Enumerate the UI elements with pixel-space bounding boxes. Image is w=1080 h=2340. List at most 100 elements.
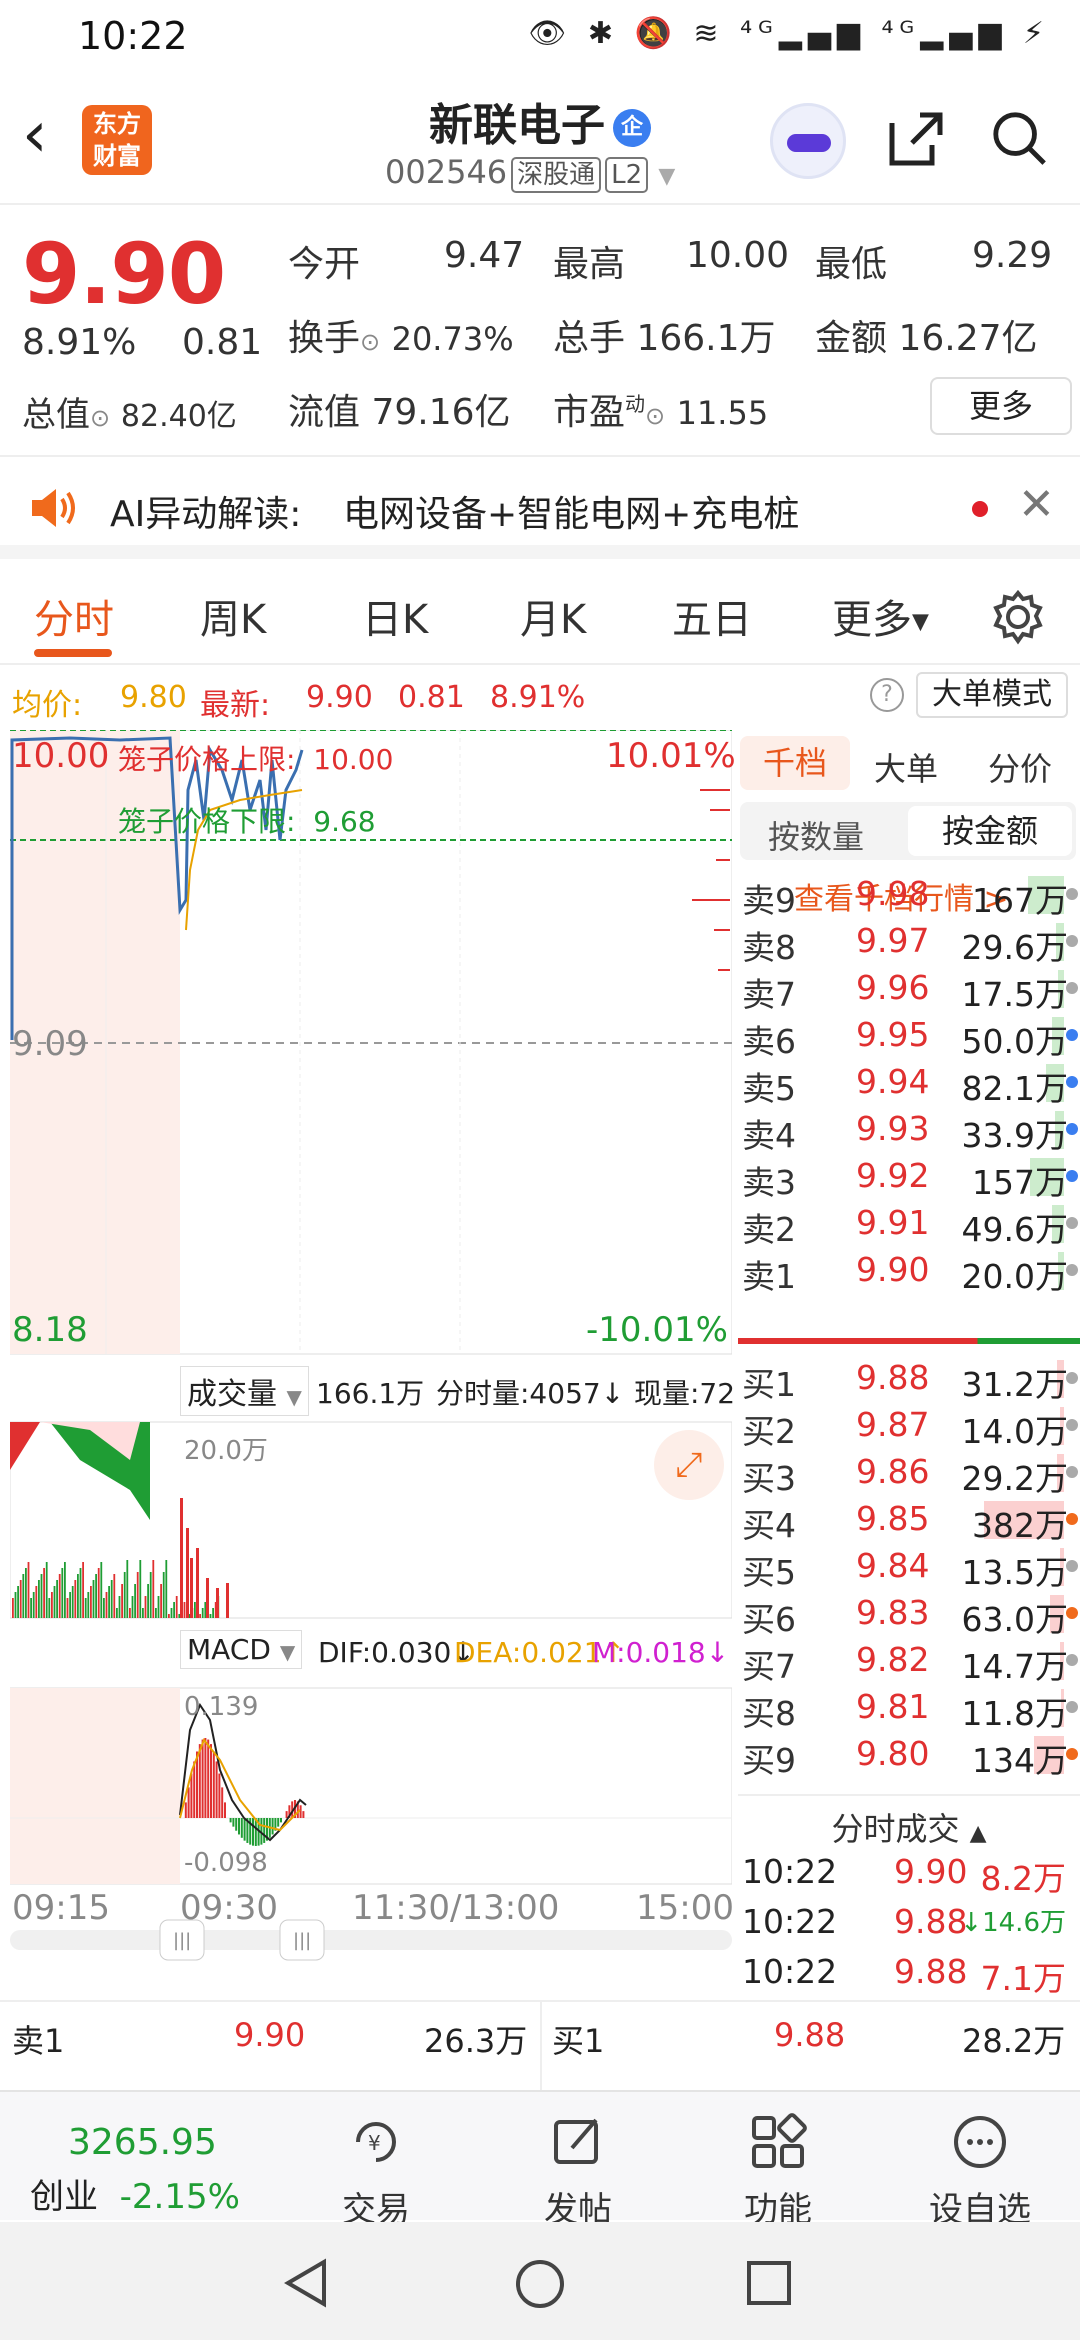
by-quantity-toggle[interactable]: 按数量 — [768, 812, 864, 858]
bid-row[interactable]: 买8 9.81 11.8万 — [738, 1683, 1080, 1733]
volume-bar — [45, 1562, 48, 1618]
macd-bar — [229, 1818, 232, 1823]
ask-row[interactable]: 卖7 9.96 17.5万 — [738, 964, 1080, 1014]
stock-code: 002546 — [385, 153, 508, 191]
trade-time: 10:22 — [742, 1952, 838, 1991]
level-label: 卖6 — [742, 1022, 796, 1061]
close-icon[interactable]: ✕ — [1018, 479, 1055, 530]
big-order-mode-button[interactable]: 大单模式 — [916, 672, 1068, 718]
volume-bar — [30, 1598, 32, 1618]
level-label: 卖1 — [742, 1257, 796, 1296]
level-dot — [1066, 1264, 1078, 1276]
change-percent: 8.91% — [22, 322, 137, 363]
volume-bar — [206, 1578, 209, 1618]
time-label: 11:30/13:00 — [352, 1888, 560, 1928]
tab-intraday[interactable]: 分时 — [34, 587, 114, 645]
volume-bar — [160, 1584, 162, 1618]
tab-weekly-k[interactable]: 周K — [200, 587, 266, 645]
top-pct-label: 10.01% — [606, 736, 736, 776]
bid-row[interactable]: 买4 9.85 382万 — [738, 1495, 1080, 1545]
level-dot — [1066, 1748, 1078, 1760]
nav-trade[interactable]: ¥ 交易 — [296, 2112, 456, 2231]
level-price: 9.98 — [856, 874, 930, 913]
share-icon[interactable] — [884, 107, 948, 171]
svg-text:|||: ||| — [293, 1930, 311, 1951]
bottom-ask1-volume: 26.3万 — [424, 2022, 528, 2060]
volume-bar — [144, 1596, 147, 1618]
bid-row[interactable]: 买9 9.80 134万 — [738, 1730, 1080, 1780]
tick-trades[interactable]: 分时成交 ▲ 10:22 9.90 8.2万 10:22 9.88 ↓14.6万 10:22… — [738, 1794, 1080, 2000]
index-ticker[interactable]: 3265.95 创业 -2.15% — [30, 2122, 270, 2218]
tab-daily-k[interactable]: 日K — [362, 587, 428, 645]
bid-row[interactable]: 买6 9.83 63.0万 — [738, 1589, 1080, 1639]
settings-icon[interactable] — [990, 589, 1046, 645]
intraday-chart[interactable]: ||| ||| 10.00 10.01% 9.09 8.18 -10.01% 笼… — [9, 729, 736, 1990]
enterprise-badge: 企 — [613, 109, 651, 147]
macd-bar — [232, 1818, 235, 1827]
bid-row[interactable]: 买5 9.84 13.5万 — [738, 1542, 1080, 1592]
system-recents-icon[interactable] — [746, 2260, 792, 2306]
ask-row[interactable]: 卖9 9.98 167万 — [738, 870, 1080, 920]
tab-monthly-k[interactable]: 月K — [520, 587, 586, 645]
level-volume: 17.5万 — [961, 975, 1068, 1014]
level-label: 买6 — [742, 1600, 796, 1639]
volume-bar — [155, 1608, 157, 1618]
ask-row[interactable]: 卖6 9.95 50.0万 — [738, 1011, 1080, 1061]
bid-row[interactable]: 买7 9.82 14.7万 — [738, 1636, 1080, 1686]
expand-icon[interactable]: ⤢ — [654, 1430, 724, 1500]
volume-bar — [139, 1560, 142, 1618]
ask-row[interactable]: 卖3 9.92 157万 — [738, 1152, 1080, 1202]
level-dot — [1066, 1513, 1078, 1525]
level-dot — [1066, 1217, 1078, 1229]
trade-price: 9.88 — [894, 1902, 968, 1941]
volume-bar — [48, 1598, 51, 1618]
ask-row[interactable]: 卖8 9.97 29.6万 — [738, 917, 1080, 967]
macd-indicator-select[interactable]: MACD ▼ — [180, 1630, 303, 1669]
volume-value: 166.1万 — [636, 318, 776, 359]
tab-more[interactable]: 更多▼ — [832, 587, 929, 645]
level-volume: 134万 — [972, 1741, 1068, 1780]
system-home-icon[interactable] — [514, 2258, 566, 2310]
intraday-info: 均价: 9.80 最新: 9.90 0.81 8.91% ? 大单模式 — [0, 670, 1080, 726]
low-label: 最低 — [815, 244, 888, 285]
bid-row[interactable]: 买2 9.87 14.0万 — [738, 1401, 1080, 1451]
level-label: 买9 — [742, 1741, 796, 1780]
bid-levels: 买1 9.88 31.2万 买2 9.87 14.0万 买3 9.86 29.2万 买4 9.85 3… — [738, 1354, 1080, 1794]
nav-post[interactable]: 发帖 — [498, 2112, 658, 2231]
bottom-ask1-label: 卖1 — [12, 2022, 65, 2060]
more-button[interactable]: 更多 — [930, 377, 1072, 435]
stock-code-row[interactable]: 002546 深股通 L2 ▼ — [385, 153, 675, 193]
system-back-icon[interactable] — [282, 2258, 332, 2308]
bid-row[interactable]: 买1 9.88 31.2万 — [738, 1354, 1080, 1404]
volume-bar — [79, 1568, 82, 1618]
tab-five-day[interactable]: 五日 — [672, 587, 752, 645]
volume-bar — [43, 1568, 45, 1618]
volume-bar — [199, 1614, 201, 1618]
tab-thousand-levels[interactable]: 千档 — [740, 736, 850, 790]
ask-row[interactable]: 卖5 9.94 82.1万 — [738, 1058, 1080, 1108]
volume-indicator-select[interactable]: 成交量 ▼ — [180, 1366, 309, 1416]
volume-bar — [142, 1608, 144, 1618]
trade-price: 9.88 — [894, 1952, 968, 1991]
tab-price-distribution[interactable]: 分价 — [988, 744, 1052, 790]
ask-row[interactable]: 卖4 9.93 33.9万 — [738, 1105, 1080, 1155]
bid-row[interactable]: 买3 9.86 29.2万 — [738, 1448, 1080, 1498]
volume-bar — [58, 1574, 61, 1618]
volume-bar — [204, 1602, 207, 1618]
by-amount-toggle[interactable]: 按金额 — [908, 806, 1072, 856]
macd-bar — [302, 1811, 305, 1818]
ai-assistant-avatar[interactable] — [770, 103, 846, 179]
tab-big-orders[interactable]: 大单 — [874, 744, 938, 790]
help-icon[interactable]: ? — [870, 678, 904, 712]
level-label: 买7 — [742, 1647, 796, 1686]
search-icon[interactable] — [990, 109, 1048, 167]
nav-add-watchlist[interactable]: 设自选 — [900, 2112, 1060, 2231]
nav-functions[interactable]: 功能 — [698, 2112, 858, 2231]
bottom-price-label: 8.18 — [12, 1310, 88, 1350]
level-dot — [1066, 982, 1078, 994]
ask-row[interactable]: 卖2 9.91 49.6万 — [738, 1199, 1080, 1249]
ask-row[interactable]: 卖1 9.90 20.0万 — [738, 1246, 1080, 1296]
ai-banner[interactable]: AI异动解读: 电网设备+智能电网+充电桩 ✕ — [0, 459, 1080, 559]
index-value: 3265.95 — [68, 2122, 217, 2163]
speaker-icon — [32, 489, 75, 527]
